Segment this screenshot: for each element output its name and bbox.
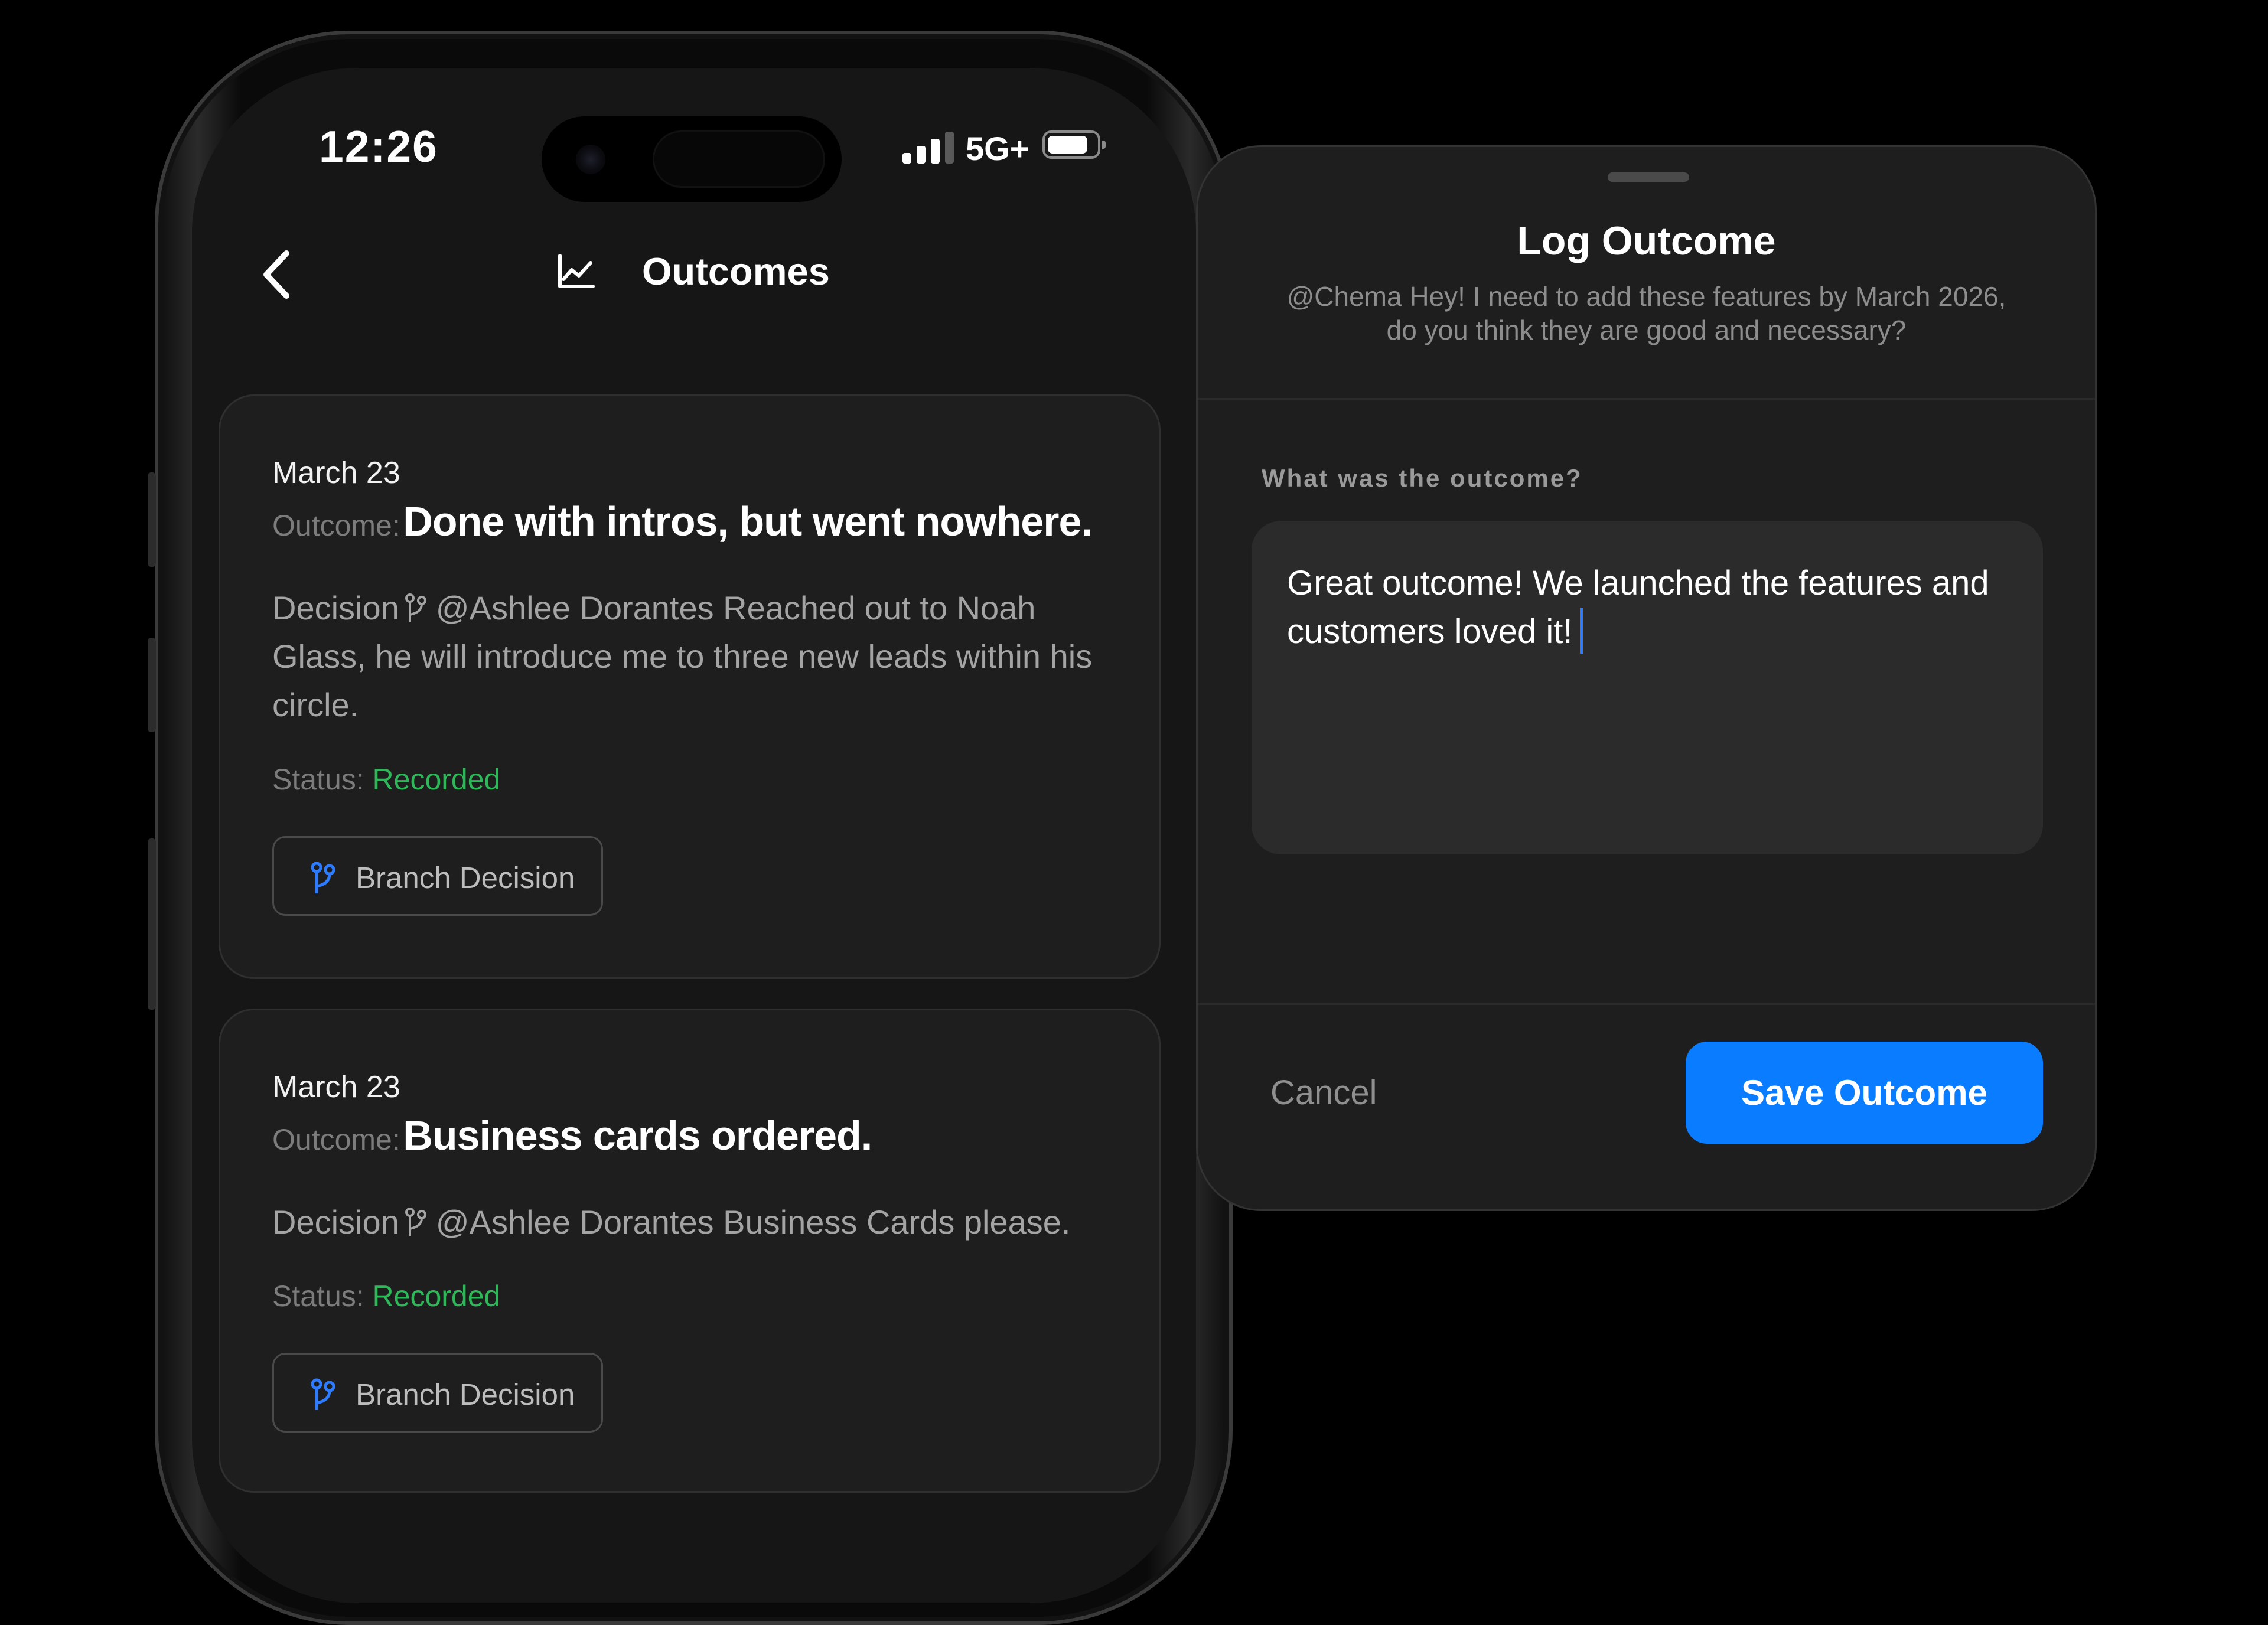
outcome-text: Done with intros, but went nowhere. [403,498,1093,544]
signal-bar [945,132,954,164]
status-line: Status: Recorded [272,1279,500,1313]
chevron-left-icon [263,250,289,299]
phone-screen: 12:26 5G+ Outcomes March 23 Outcome: Don… [192,68,1196,1603]
branch-icon [405,1208,426,1236]
back-button[interactable] [256,245,297,304]
signal-icon [902,132,956,164]
outcome-card: March 23 Outcome: Done with intros, but … [219,394,1161,979]
dynamic-island [542,116,842,202]
status-label: Status: [272,1280,364,1313]
branch-decision-label: Branch Decision [356,861,575,895]
outcome-textarea[interactable]: Great outcome! We launched the features … [1252,521,2043,854]
card-date: March 23 [272,1070,400,1104]
outcome-line: Outcome: Done with intros, but went nowh… [272,498,1093,545]
outcome-text: Business cards ordered. [403,1112,872,1159]
branch-decision-button[interactable]: Branch Decision [272,1353,603,1433]
branch-icon [311,1378,335,1410]
decision-text: Decision @Ashlee Dorantes Reached out to… [272,584,1111,729]
status-time: 12:26 [319,122,438,171]
outcome-label: Outcome: [272,1123,400,1156]
branch-decision-button[interactable]: Branch Decision [272,836,603,916]
save-outcome-button[interactable]: Save Outcome [1686,1042,2043,1144]
log-outcome-sheet: Log Outcome @Chema Hey! I need to add th… [1196,145,2097,1211]
decision-text: Decision @Ashlee Dorantes Business Cards… [272,1198,1111,1247]
page-title: Outcomes [642,250,830,293]
status-label: Status: [272,763,364,796]
branch-icon [311,862,335,893]
trend-chart-icon [558,254,595,288]
status-value: Recorded [372,763,501,796]
volume-down-button [148,838,156,1010]
sheet-grabber[interactable] [1608,172,1689,182]
header-divider [1198,398,2095,400]
outcome-line: Outcome: Business cards ordered. [272,1112,872,1159]
branch-decision-label: Branch Decision [356,1378,575,1411]
island-sensor [653,130,825,188]
footer-divider [1198,1003,2095,1005]
branch-icon [405,593,426,622]
network-label: 5G+ [966,130,1029,167]
decision-label: Decision [272,1203,399,1241]
battery-icon [1042,130,1106,159]
sheet-title: Log Outcome [1517,218,1776,263]
volume-up-button [148,638,156,732]
outcome-field-label: What was the outcome? [1262,464,1583,492]
signal-bar [917,146,926,164]
battery-tip [1102,141,1106,149]
status-line: Status: Recorded [272,762,500,797]
status-value: Recorded [372,1280,501,1313]
decision-body: @Ashlee Dorantes Business Cards please. [435,1203,1071,1241]
signal-bar [931,139,940,164]
camera-icon [576,145,605,174]
card-date: March 23 [272,456,400,490]
outcome-label: Outcome: [272,509,400,542]
decision-label: Decision [272,589,399,626]
outcome-card: March 23 Outcome: Business cards ordered… [219,1009,1161,1493]
battery-level [1048,136,1087,154]
sheet-subtitle: @Chema Hey! I need to add these features… [1286,281,2006,345]
text-caret [1579,608,1583,654]
action-button [148,472,156,567]
cancel-button[interactable]: Cancel [1270,1073,1377,1112]
outcome-textarea-value: Great outcome! We launched the features … [1287,564,1989,651]
signal-bar [902,153,911,164]
